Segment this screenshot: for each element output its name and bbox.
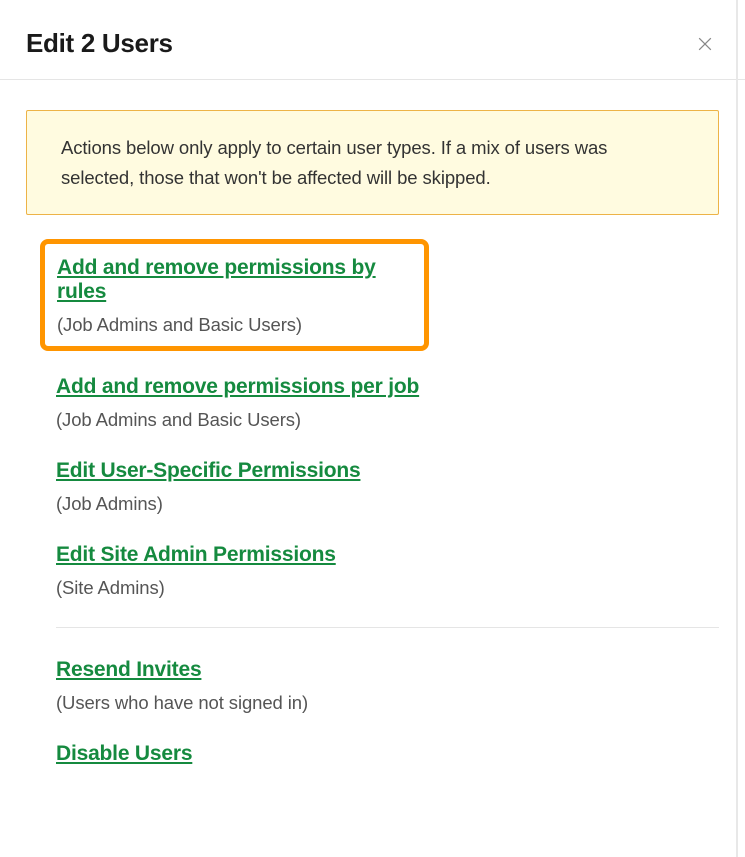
site-admin-permissions-desc: (Site Admins) [56, 577, 719, 599]
disable-users-link[interactable]: Disable Users [56, 742, 719, 766]
highlighted-action: Add and remove permissions by rules (Job… [40, 239, 429, 351]
actions-group-1: Add and remove permissions per job (Job … [26, 375, 719, 599]
resend-invites-link[interactable]: Resend Invites [56, 658, 719, 682]
permissions-per-job-link[interactable]: Add and remove permissions per job [56, 375, 719, 399]
permissions-per-job-desc: (Job Admins and Basic Users) [56, 409, 719, 431]
permissions-by-rules-link[interactable]: Add and remove permissions by rules [57, 256, 412, 304]
modal-title: Edit 2 Users [26, 28, 173, 59]
modal-header: Edit 2 Users [0, 0, 745, 80]
close-button[interactable] [691, 30, 719, 58]
resend-invites-desc: (Users who have not signed in) [56, 692, 719, 714]
action-item: Add and remove permissions per job (Job … [56, 375, 719, 431]
info-banner: Actions below only apply to certain user… [26, 110, 719, 215]
actions-group-2: Resend Invites (Users who have not signe… [26, 658, 719, 766]
site-admin-permissions-link[interactable]: Edit Site Admin Permissions [56, 543, 719, 567]
divider [56, 627, 719, 628]
action-item: Disable Users [56, 742, 719, 766]
user-specific-permissions-desc: (Job Admins) [56, 493, 719, 515]
close-icon [695, 34, 715, 54]
action-item: Edit Site Admin Permissions (Site Admins… [56, 543, 719, 599]
vertical-rule [736, 0, 738, 857]
permissions-by-rules-desc: (Job Admins and Basic Users) [57, 314, 412, 336]
user-specific-permissions-link[interactable]: Edit User-Specific Permissions [56, 459, 719, 483]
modal-body: Actions below only apply to certain user… [0, 80, 745, 824]
edit-users-modal: Edit 2 Users Actions below only apply to… [0, 0, 745, 857]
action-item: Resend Invites (Users who have not signe… [56, 658, 719, 714]
action-item: Edit User-Specific Permissions (Job Admi… [56, 459, 719, 515]
